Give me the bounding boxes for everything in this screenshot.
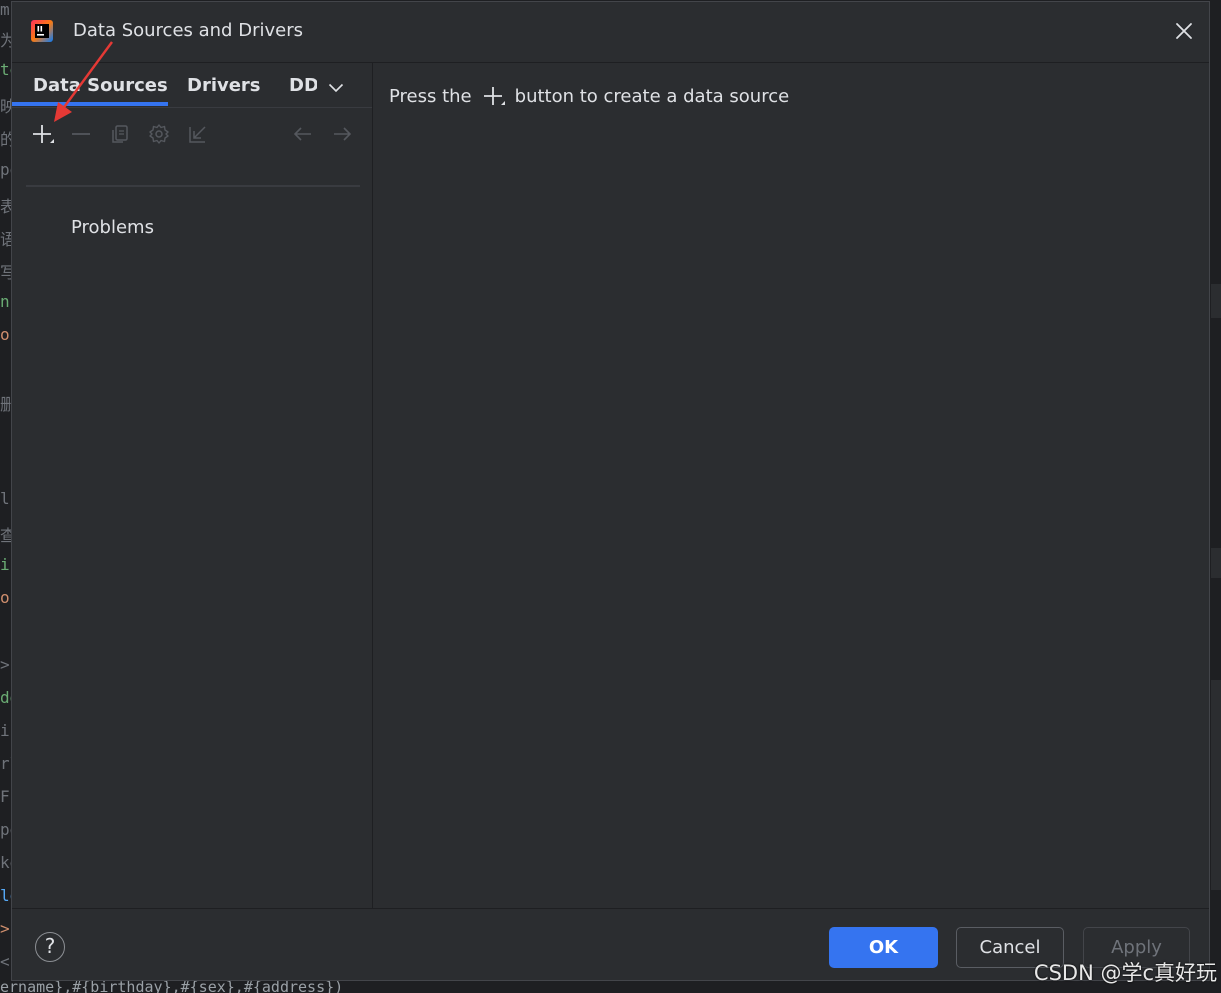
tab-ddl-mappings[interactable]: DD — [289, 75, 317, 96]
hint-suffix: button to create a data source — [514, 85, 790, 107]
copy-icon[interactable] — [107, 121, 133, 147]
tab-bar: Data Sources Drivers DD — [12, 63, 372, 108]
arrow-right-icon[interactable] — [329, 121, 355, 147]
remove-icon[interactable] — [68, 121, 94, 147]
add-icon[interactable] — [29, 121, 55, 147]
active-tab-indicator — [12, 102, 168, 106]
help-button[interactable]: ? — [35, 932, 65, 962]
intellij-idea-icon — [31, 20, 53, 42]
watermark: CSDN @学c真好玩 — [1033, 961, 1217, 985]
import-icon[interactable] — [185, 121, 211, 147]
close-icon[interactable] — [1171, 18, 1197, 44]
hint-prefix: Press the — [389, 85, 472, 107]
dialog-titlebar: Data Sources and Drivers — [12, 2, 1209, 63]
chevron-down-icon[interactable] — [328, 79, 344, 93]
empty-state-panel: Press the button to create a data source — [373, 63, 1209, 908]
left-panel: Data Sources Drivers DD Problems — [12, 63, 373, 908]
settings-icon[interactable] — [146, 121, 172, 147]
tree-item-problems[interactable]: Problems — [71, 217, 154, 238]
empty-state-hint: Press the button to create a data source — [389, 83, 789, 109]
ok-button[interactable]: OK — [829, 927, 938, 968]
dialog-title: Data Sources and Drivers — [73, 20, 303, 41]
tab-data-sources[interactable]: Data Sources — [33, 75, 168, 96]
data-sources-dialog: Data Sources and Drivers Data Sources Dr… — [11, 1, 1210, 981]
add-icon — [480, 83, 506, 109]
arrow-left-icon[interactable] — [290, 121, 316, 147]
tab-drivers[interactable]: Drivers — [187, 75, 261, 96]
background-editor-right — [1211, 0, 1221, 993]
dialog-footer: ? OK Cancel Apply — [12, 908, 1209, 981]
toolbar-divider — [26, 185, 360, 187]
data-source-toolbar — [12, 115, 372, 151]
